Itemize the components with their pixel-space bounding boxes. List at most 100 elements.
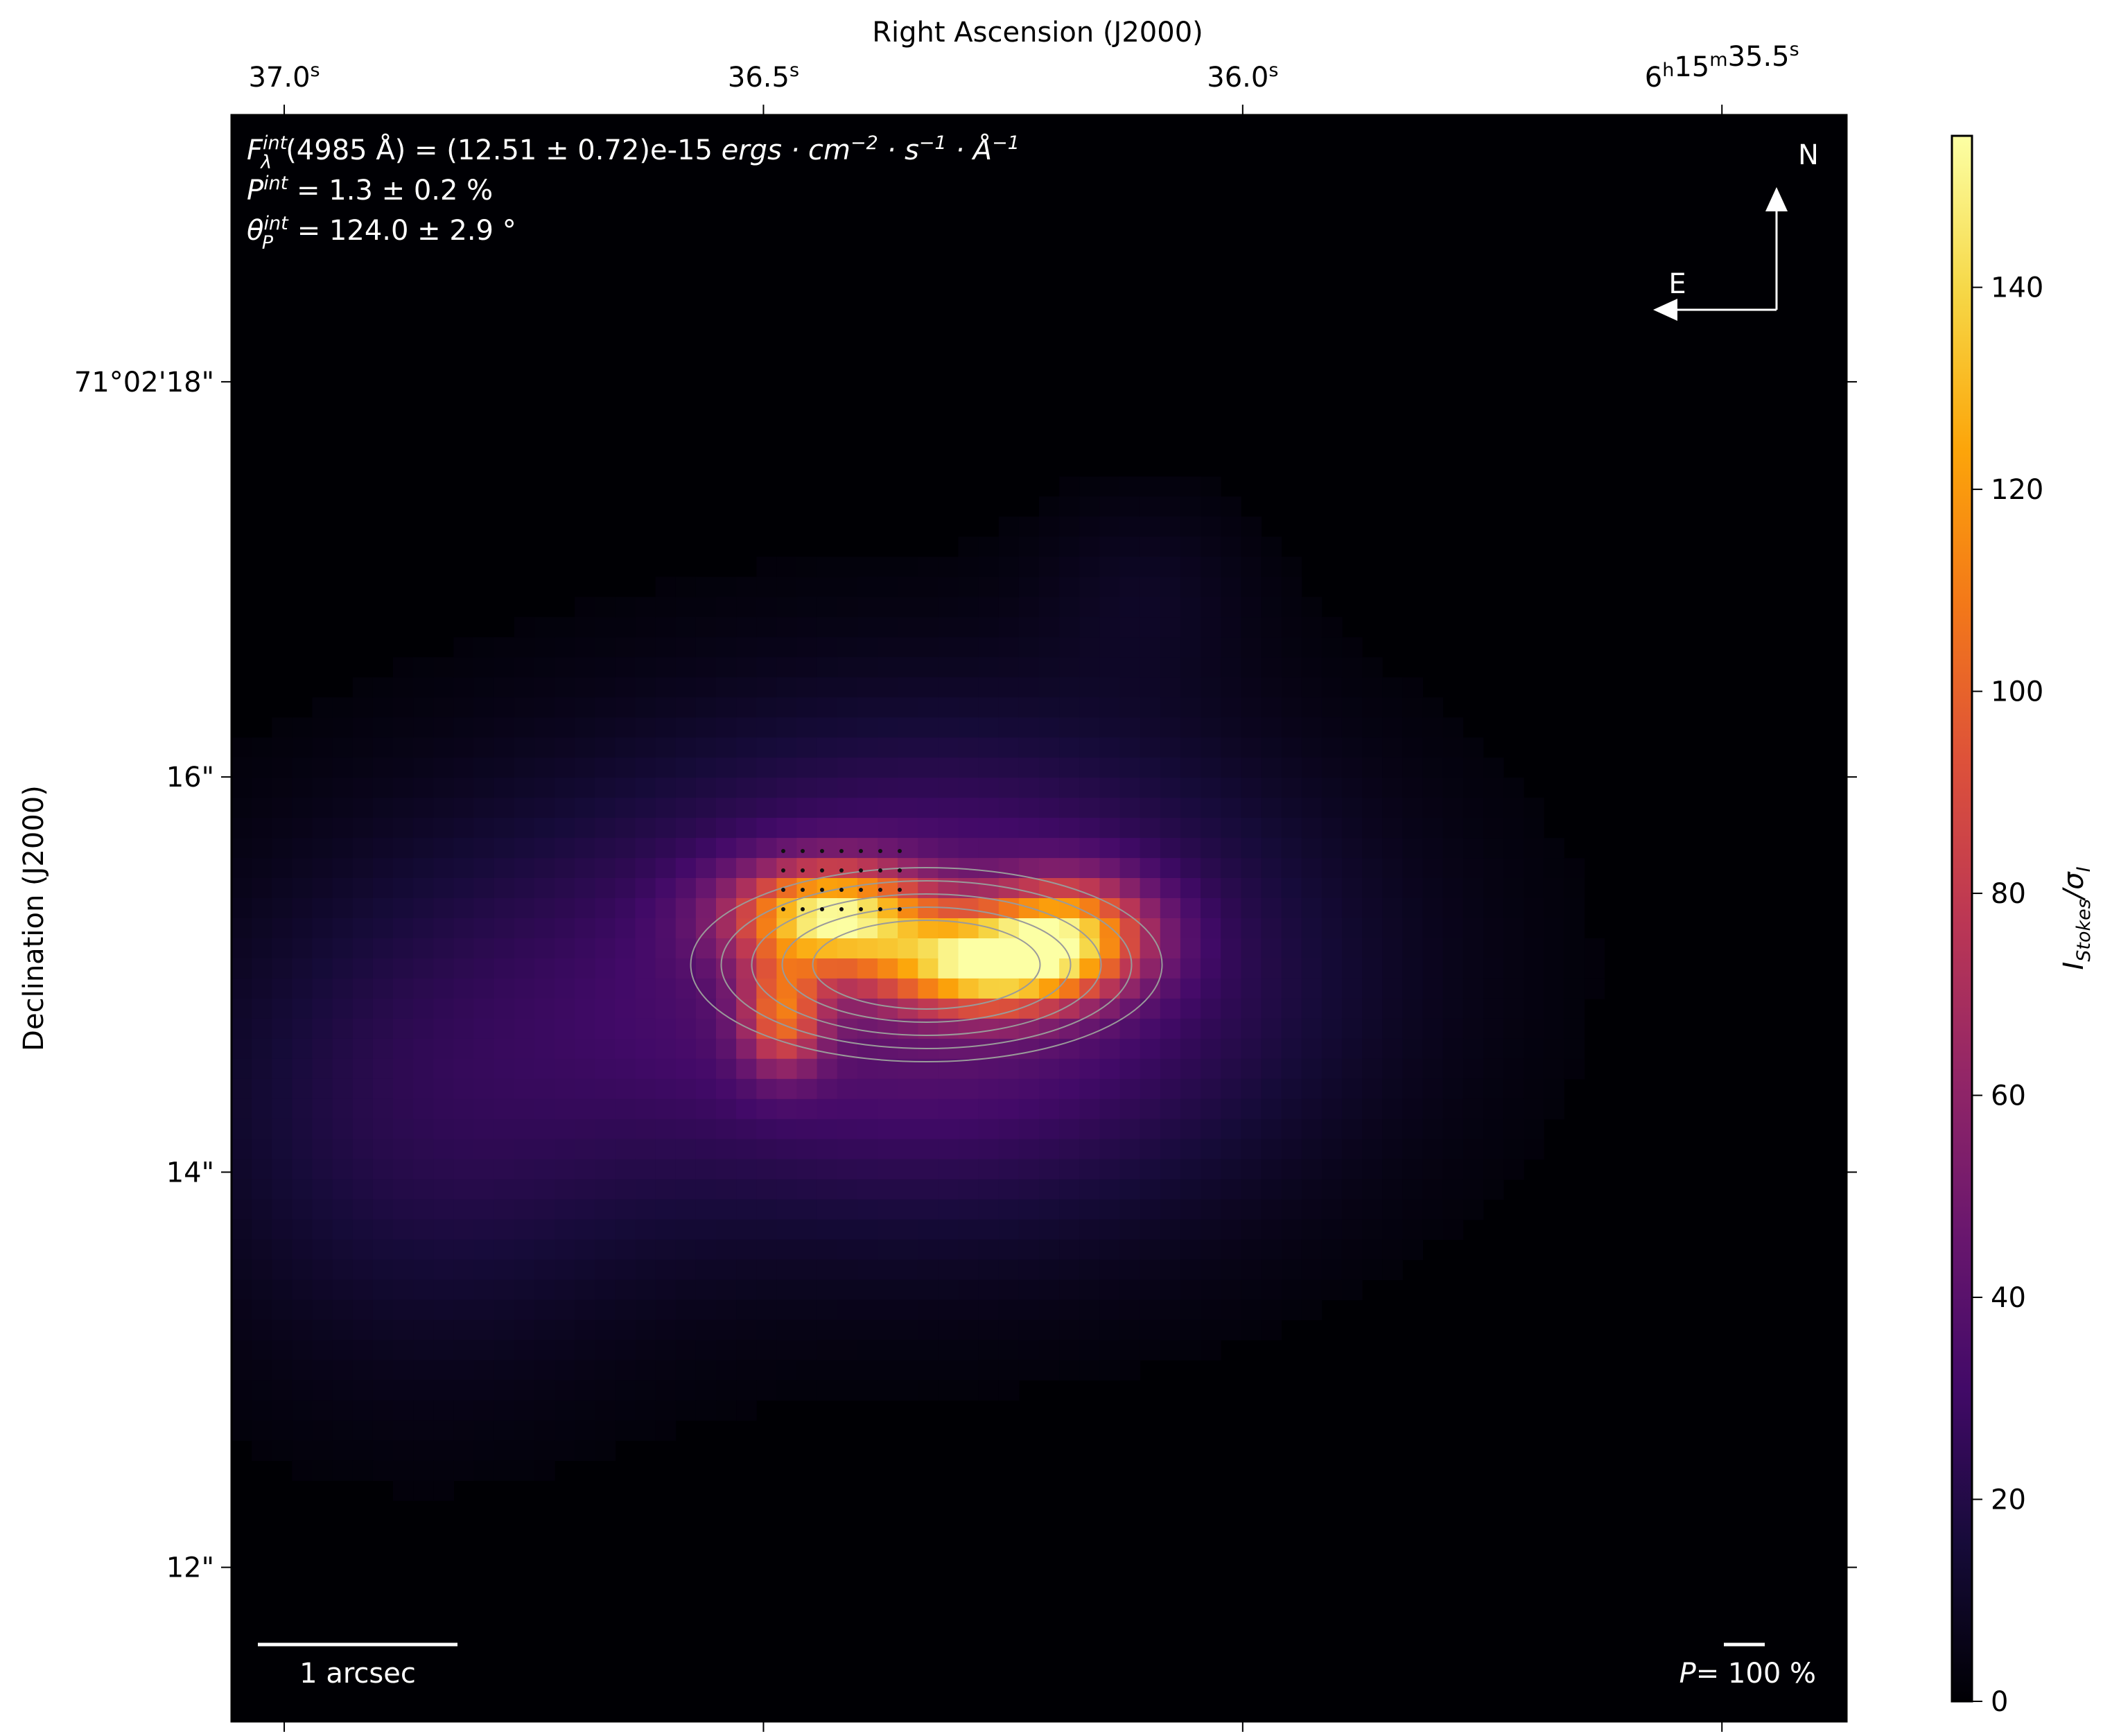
map-pixel bbox=[1180, 1299, 1201, 1321]
map-pixel bbox=[1261, 1259, 1282, 1281]
map-pixel bbox=[413, 1018, 434, 1040]
map-pixel bbox=[1442, 818, 1464, 839]
map-pixel bbox=[352, 818, 374, 839]
map-pixel bbox=[1402, 1018, 1423, 1040]
map-pixel bbox=[514, 1139, 535, 1160]
map-pixel bbox=[494, 677, 515, 698]
map-pixel bbox=[575, 938, 595, 959]
map-pixel bbox=[1362, 697, 1383, 718]
map-pixel bbox=[1422, 1058, 1444, 1080]
map-pixel bbox=[1362, 1179, 1383, 1200]
map-pixel bbox=[413, 697, 434, 718]
map-pixel bbox=[312, 998, 333, 1019]
map-pixel bbox=[776, 998, 798, 1019]
map-pixel bbox=[898, 617, 918, 638]
map-pixel bbox=[433, 1480, 454, 1501]
map-pixel bbox=[1221, 737, 1241, 758]
map-pixel bbox=[393, 1480, 414, 1501]
map-pixel bbox=[898, 1239, 918, 1261]
map-pixel bbox=[675, 958, 697, 979]
map-pixel bbox=[1241, 918, 1262, 939]
map-pixel bbox=[514, 737, 535, 758]
map-pixel bbox=[1281, 1078, 1302, 1100]
map-pixel bbox=[1160, 958, 1181, 979]
map-pixel bbox=[252, 1179, 272, 1200]
map-pixel bbox=[1503, 898, 1524, 919]
map-pixel bbox=[595, 1018, 616, 1040]
map-pixel bbox=[232, 998, 252, 1019]
map-pixel bbox=[433, 1380, 454, 1401]
map-pixel bbox=[756, 697, 777, 718]
map-pixel bbox=[796, 1239, 818, 1261]
map-pixel bbox=[938, 697, 959, 718]
map-pixel bbox=[555, 1119, 575, 1140]
map-pixel bbox=[998, 838, 1020, 859]
map-pixel bbox=[1018, 577, 1040, 597]
pol-vector bbox=[878, 868, 882, 873]
map-pixel bbox=[776, 717, 798, 738]
map-pixel bbox=[615, 1360, 636, 1381]
map-pixel bbox=[494, 778, 515, 798]
map-pixel bbox=[736, 1159, 757, 1180]
map-pixel bbox=[958, 1058, 979, 1080]
map-pixel bbox=[1362, 798, 1383, 818]
map-pixel bbox=[695, 898, 717, 919]
map-pixel bbox=[1099, 818, 1121, 839]
map-pixel bbox=[998, 1340, 1020, 1361]
map-pixel bbox=[1442, 778, 1464, 798]
map-pixel bbox=[675, 938, 697, 959]
map-pixel bbox=[473, 998, 495, 1019]
map-pixel bbox=[393, 657, 414, 678]
map-pixel bbox=[1099, 1319, 1121, 1341]
map-pixel bbox=[413, 1119, 434, 1140]
map-pixel bbox=[675, 878, 697, 899]
map-pixel bbox=[1422, 938, 1444, 959]
map-pixel bbox=[1301, 1038, 1323, 1060]
map-pixel bbox=[1321, 1098, 1343, 1120]
map-pixel bbox=[998, 778, 1020, 798]
map-pixel bbox=[716, 577, 737, 597]
map-pixel bbox=[1079, 1098, 1100, 1120]
map-pixel bbox=[272, 898, 293, 919]
map-pixel bbox=[312, 737, 333, 758]
map-pixel bbox=[1140, 838, 1161, 859]
map-pixel bbox=[232, 878, 252, 899]
map-pixel bbox=[1201, 1299, 1221, 1321]
map-pixel bbox=[938, 1239, 959, 1261]
map-pixel bbox=[595, 898, 616, 919]
map-pixel bbox=[352, 1319, 374, 1341]
map-pixel bbox=[1079, 1038, 1100, 1060]
map-pixel bbox=[655, 1179, 677, 1200]
map-pixel bbox=[494, 938, 515, 959]
map-pixel bbox=[736, 838, 757, 859]
map-pixel bbox=[352, 1340, 374, 1361]
map-pixel bbox=[695, 1340, 717, 1361]
map-pixel bbox=[898, 1299, 918, 1321]
map-pixel bbox=[898, 818, 918, 839]
map-pixel bbox=[494, 1440, 515, 1461]
map-pixel bbox=[756, 1098, 777, 1120]
map-pixel bbox=[1301, 1199, 1323, 1220]
map-pixel bbox=[938, 757, 959, 778]
map-pixel bbox=[878, 597, 898, 617]
map-pixel bbox=[1301, 1058, 1323, 1080]
map-pixel bbox=[1039, 918, 1060, 939]
map-pixel bbox=[615, 1159, 636, 1180]
map-pixel bbox=[1079, 1139, 1100, 1160]
map-pixel bbox=[1524, 838, 1544, 859]
map-pixel bbox=[857, 778, 878, 798]
map-pixel bbox=[575, 1098, 595, 1120]
map-pixel bbox=[1341, 677, 1363, 698]
map-pixel bbox=[918, 1199, 939, 1220]
map-pixel bbox=[1241, 757, 1262, 778]
map-pixel bbox=[695, 1259, 717, 1281]
map-pixel bbox=[1059, 597, 1080, 617]
map-pixel bbox=[716, 1299, 737, 1321]
map-pixel bbox=[1564, 898, 1585, 919]
map-pixel bbox=[1422, 1098, 1444, 1120]
map-pixel bbox=[1241, 1259, 1262, 1281]
map-pixel bbox=[655, 1119, 677, 1140]
map-pixel bbox=[1321, 878, 1343, 899]
map-pixel bbox=[918, 818, 939, 839]
map-pixel bbox=[796, 1098, 818, 1120]
